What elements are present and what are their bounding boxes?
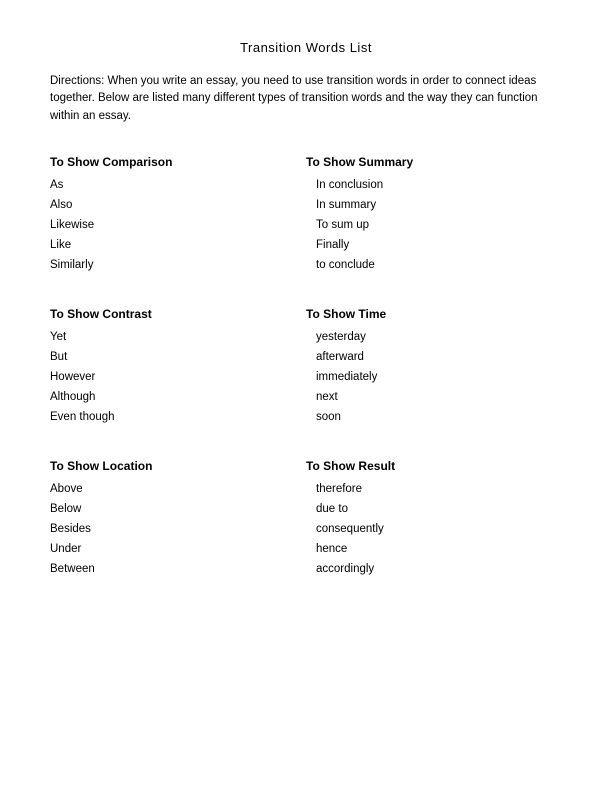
left-column-2: To Show Location Above Below Besides Under Be…	[50, 459, 306, 583]
left-column-1: To Show Contrast Yet But However Although Eve…	[50, 307, 306, 431]
left-word-2-0: Above	[50, 483, 306, 495]
left-word-0-4: Similarly	[50, 259, 306, 271]
left-word-0-3: Like	[50, 239, 306, 251]
right-word-0-4: to conclude	[306, 259, 562, 271]
right-word-2-0: therefore	[306, 483, 562, 495]
right-word-2-3: hence	[306, 543, 562, 555]
right-column-2: To Show Result therefore due to consequentl…	[306, 459, 562, 583]
left-word-0-0: As	[50, 179, 306, 191]
right-word-1-4: soon	[306, 411, 562, 423]
left-word-2-2: Besides	[50, 523, 306, 535]
right-column-0: To Show Summary In conclusion In summary To…	[306, 155, 562, 279]
right-word-0-1: In summary	[306, 199, 562, 211]
right-word-0-0: In conclusion	[306, 179, 562, 191]
right-header-0: To Show Summary	[306, 155, 562, 169]
right-word-2-4: accordingly	[306, 563, 562, 575]
left-word-1-1: But	[50, 351, 306, 363]
left-word-0-2: Likewise	[50, 219, 306, 231]
left-word-1-0: Yet	[50, 331, 306, 343]
right-word-2-2: consequently	[306, 523, 562, 535]
section-group-0: To Show Comparison As Also Likewise Like Simi…	[50, 155, 562, 279]
left-word-2-1: Below	[50, 503, 306, 515]
left-header-1: To Show Contrast	[50, 307, 306, 321]
left-word-1-2: However	[50, 371, 306, 383]
right-word-1-0: yesterday	[306, 331, 562, 343]
left-header-2: To Show Location	[50, 459, 306, 473]
right-word-1-2: immediately	[306, 371, 562, 383]
left-header-0: To Show Comparison	[50, 155, 306, 169]
left-word-2-4: Between	[50, 563, 306, 575]
left-word-0-1: Also	[50, 199, 306, 211]
left-word-2-3: Under	[50, 543, 306, 555]
left-column-0: To Show Comparison As Also Likewise Like Simi…	[50, 155, 306, 279]
right-column-1: To Show Time yesterday afterward immediatel…	[306, 307, 562, 431]
content-wrapper: To Show Comparison As Also Likewise Like Simi…	[50, 155, 562, 611]
right-word-0-3: Finally	[306, 239, 562, 251]
right-word-2-1: due to	[306, 503, 562, 515]
directions-text: Directions: When you write an essay, you…	[50, 73, 562, 125]
right-word-1-1: afterward	[306, 351, 562, 363]
right-header-1: To Show Time	[306, 307, 562, 321]
right-word-0-2: To sum up	[306, 219, 562, 231]
section-group-2: To Show Location Above Below Besides Under Be…	[50, 459, 562, 583]
left-word-1-4: Even though	[50, 411, 306, 423]
section-group-1: To Show Contrast Yet But However Although Eve…	[50, 307, 562, 431]
right-word-1-3: next	[306, 391, 562, 403]
right-header-2: To Show Result	[306, 459, 562, 473]
left-word-1-3: Although	[50, 391, 306, 403]
page-title: Transition Words List	[50, 40, 562, 55]
